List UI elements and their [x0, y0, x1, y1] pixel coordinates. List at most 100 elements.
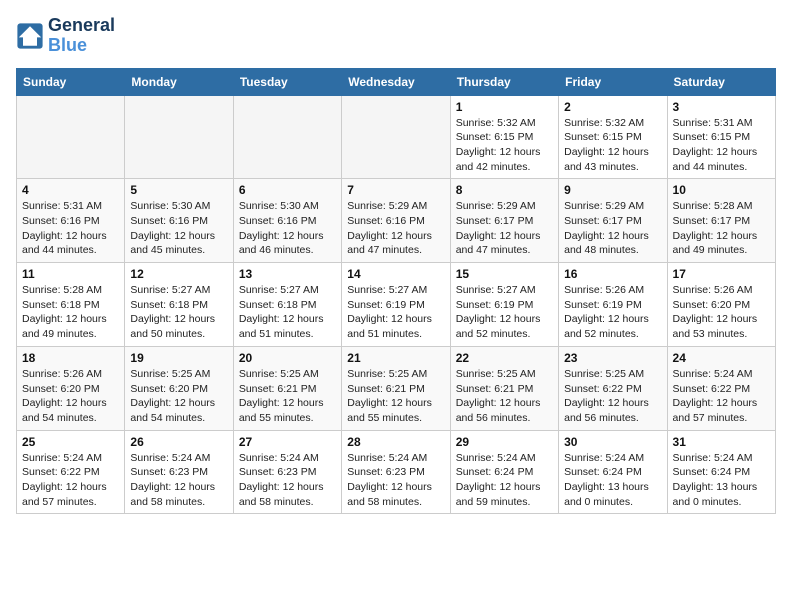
day-info: Sunrise: 5:24 AMSunset: 6:23 PMDaylight:…: [130, 451, 227, 510]
day-number: 5: [130, 183, 227, 197]
weekday-header-cell: Wednesday: [342, 68, 450, 95]
page-header: General Blue: [16, 16, 776, 56]
day-info: Sunrise: 5:27 AMSunset: 6:18 PMDaylight:…: [239, 283, 336, 342]
day-number: 13: [239, 267, 336, 281]
day-info: Sunrise: 5:25 AMSunset: 6:21 PMDaylight:…: [239, 367, 336, 426]
day-info: Sunrise: 5:28 AMSunset: 6:18 PMDaylight:…: [22, 283, 119, 342]
day-info: Sunrise: 5:29 AMSunset: 6:16 PMDaylight:…: [347, 199, 444, 258]
day-info: Sunrise: 5:26 AMSunset: 6:20 PMDaylight:…: [673, 283, 770, 342]
day-info: Sunrise: 5:32 AMSunset: 6:15 PMDaylight:…: [456, 116, 553, 175]
day-info: Sunrise: 5:27 AMSunset: 6:18 PMDaylight:…: [130, 283, 227, 342]
weekday-header-cell: Thursday: [450, 68, 558, 95]
calendar-day-cell: 24Sunrise: 5:24 AMSunset: 6:22 PMDayligh…: [667, 346, 775, 430]
calendar-day-cell: 30 Sunrise: 5:24 AMSunset: 6:24 PMDayligh…: [559, 430, 667, 514]
day-info: Sunrise: 5:26 AMSunset: 6:19 PMDaylight:…: [564, 283, 661, 342]
calendar-day-cell: 9Sunrise: 5:29 AMSunset: 6:17 PMDaylight…: [559, 179, 667, 263]
day-number: 11: [22, 267, 119, 281]
day-info: Sunrise: 5:25 AMSunset: 6:21 PMDaylight:…: [456, 367, 553, 426]
day-info: Sunrise: 5:24 AMSunset: 6:23 PMDaylight:…: [239, 451, 336, 510]
day-number: 22: [456, 351, 553, 365]
day-info: Sunrise: 5:24 AMSunset: 6:24 PMDaylight:…: [673, 451, 770, 510]
day-number: 2: [564, 100, 661, 114]
calendar-day-cell: 15Sunrise: 5:27 AMSunset: 6:19 PMDayligh…: [450, 263, 558, 347]
day-info: Sunrise: 5:24 AMSunset: 6:22 PMDaylight:…: [22, 451, 119, 510]
day-number: 6: [239, 183, 336, 197]
weekday-header-cell: Sunday: [17, 68, 125, 95]
calendar-day-cell: 21Sunrise: 5:25 AMSunset: 6:21 PMDayligh…: [342, 346, 450, 430]
calendar-week-row: 1 Sunrise: 5:32 AMSunset: 6:15 PMDaylight…: [17, 95, 776, 179]
day-number: 16: [564, 267, 661, 281]
calendar-day-cell: 22 Sunrise: 5:25 AMSunset: 6:21 PMDayligh…: [450, 346, 558, 430]
day-info: Sunrise: 5:31 AMSunset: 6:16 PMDaylight:…: [22, 199, 119, 258]
calendar-day-cell: [125, 95, 233, 179]
calendar-day-cell: 27 Sunrise: 5:24 AMSunset: 6:23 PMDayligh…: [233, 430, 341, 514]
calendar-day-cell: 31 Sunrise: 5:24 AMSunset: 6:24 PMDayligh…: [667, 430, 775, 514]
calendar-day-cell: 18 Sunrise: 5:26 AMSunset: 6:20 PMDayligh…: [17, 346, 125, 430]
calendar-day-cell: 23 Sunrise: 5:25 AMSunset: 6:22 PMDayligh…: [559, 346, 667, 430]
calendar-week-row: 25 Sunrise: 5:24 AMSunset: 6:22 PMDayligh…: [17, 430, 776, 514]
day-number: 14: [347, 267, 444, 281]
calendar-week-row: 11 Sunrise: 5:28 AMSunset: 6:18 PMDayligh…: [17, 263, 776, 347]
calendar-day-cell: 3Sunrise: 5:31 AMSunset: 6:15 PMDaylight…: [667, 95, 775, 179]
day-info: Sunrise: 5:24 AMSunset: 6:24 PMDaylight:…: [564, 451, 661, 510]
logo-icon: [16, 22, 44, 50]
day-info: Sunrise: 5:28 AMSunset: 6:17 PMDaylight:…: [673, 199, 770, 258]
day-number: 25: [22, 435, 119, 449]
weekday-header-cell: Tuesday: [233, 68, 341, 95]
day-number: 1: [456, 100, 553, 114]
day-info: Sunrise: 5:25 AMSunset: 6:22 PMDaylight:…: [564, 367, 661, 426]
day-info: Sunrise: 5:24 AMSunset: 6:23 PMDaylight:…: [347, 451, 444, 510]
logo-text-line1: General: [48, 16, 115, 36]
day-number: 15: [456, 267, 553, 281]
day-info: Sunrise: 5:24 AMSunset: 6:24 PMDaylight:…: [456, 451, 553, 510]
calendar-day-cell: 1 Sunrise: 5:32 AMSunset: 6:15 PMDaylight…: [450, 95, 558, 179]
day-number: 19: [130, 351, 227, 365]
calendar-day-cell: 29Sunrise: 5:24 AMSunset: 6:24 PMDayligh…: [450, 430, 558, 514]
day-number: 30: [564, 435, 661, 449]
calendar-day-cell: [233, 95, 341, 179]
logo: General Blue: [16, 16, 115, 56]
day-number: 17: [673, 267, 770, 281]
day-number: 12: [130, 267, 227, 281]
day-number: 23: [564, 351, 661, 365]
calendar-body: 1 Sunrise: 5:32 AMSunset: 6:15 PMDaylight…: [17, 95, 776, 514]
day-number: 7: [347, 183, 444, 197]
weekday-header-cell: Saturday: [667, 68, 775, 95]
calendar-day-cell: 7 Sunrise: 5:29 AMSunset: 6:16 PMDaylight…: [342, 179, 450, 263]
calendar-day-cell: 26 Sunrise: 5:24 AMSunset: 6:23 PMDayligh…: [125, 430, 233, 514]
weekday-header-cell: Friday: [559, 68, 667, 95]
calendar-day-cell: 11 Sunrise: 5:28 AMSunset: 6:18 PMDayligh…: [17, 263, 125, 347]
calendar-day-cell: 4 Sunrise: 5:31 AMSunset: 6:16 PMDaylight…: [17, 179, 125, 263]
calendar-week-row: 18 Sunrise: 5:26 AMSunset: 6:20 PMDayligh…: [17, 346, 776, 430]
calendar-day-cell: 10 Sunrise: 5:28 AMSunset: 6:17 PMDayligh…: [667, 179, 775, 263]
calendar-day-cell: 5 Sunrise: 5:30 AMSunset: 6:16 PMDaylight…: [125, 179, 233, 263]
day-info: Sunrise: 5:24 AMSunset: 6:22 PMDaylight:…: [673, 367, 770, 426]
calendar-day-cell: 13 Sunrise: 5:27 AMSunset: 6:18 PMDayligh…: [233, 263, 341, 347]
day-number: 10: [673, 183, 770, 197]
calendar-day-cell: 25 Sunrise: 5:24 AMSunset: 6:22 PMDayligh…: [17, 430, 125, 514]
weekday-header-row: SundayMondayTuesdayWednesdayThursdayFrid…: [17, 68, 776, 95]
calendar-day-cell: 12 Sunrise: 5:27 AMSunset: 6:18 PMDayligh…: [125, 263, 233, 347]
day-info: Sunrise: 5:27 AMSunset: 6:19 PMDaylight:…: [347, 283, 444, 342]
calendar-day-cell: 6 Sunrise: 5:30 AMSunset: 6:16 PMDaylight…: [233, 179, 341, 263]
calendar-day-cell: [342, 95, 450, 179]
day-info: Sunrise: 5:29 AMSunset: 6:17 PMDaylight:…: [564, 199, 661, 258]
day-info: Sunrise: 5:32 AMSunset: 6:15 PMDaylight:…: [564, 116, 661, 175]
day-info: Sunrise: 5:31 AMSunset: 6:15 PMDaylight:…: [673, 116, 770, 175]
day-number: 18: [22, 351, 119, 365]
day-info: Sunrise: 5:30 AMSunset: 6:16 PMDaylight:…: [239, 199, 336, 258]
day-info: Sunrise: 5:29 AMSunset: 6:17 PMDaylight:…: [456, 199, 553, 258]
day-info: Sunrise: 5:25 AMSunset: 6:21 PMDaylight:…: [347, 367, 444, 426]
logo-text-line2: Blue: [48, 36, 115, 56]
calendar-day-cell: 2 Sunrise: 5:32 AMSunset: 6:15 PMDaylight…: [559, 95, 667, 179]
calendar-day-cell: 19Sunrise: 5:25 AMSunset: 6:20 PMDayligh…: [125, 346, 233, 430]
day-info: Sunrise: 5:26 AMSunset: 6:20 PMDaylight:…: [22, 367, 119, 426]
day-number: 31: [673, 435, 770, 449]
day-number: 26: [130, 435, 227, 449]
day-number: 4: [22, 183, 119, 197]
day-number: 8: [456, 183, 553, 197]
day-number: 27: [239, 435, 336, 449]
calendar-week-row: 4 Sunrise: 5:31 AMSunset: 6:16 PMDaylight…: [17, 179, 776, 263]
calendar-table: SundayMondayTuesdayWednesdayThursdayFrid…: [16, 68, 776, 515]
day-info: Sunrise: 5:30 AMSunset: 6:16 PMDaylight:…: [130, 199, 227, 258]
